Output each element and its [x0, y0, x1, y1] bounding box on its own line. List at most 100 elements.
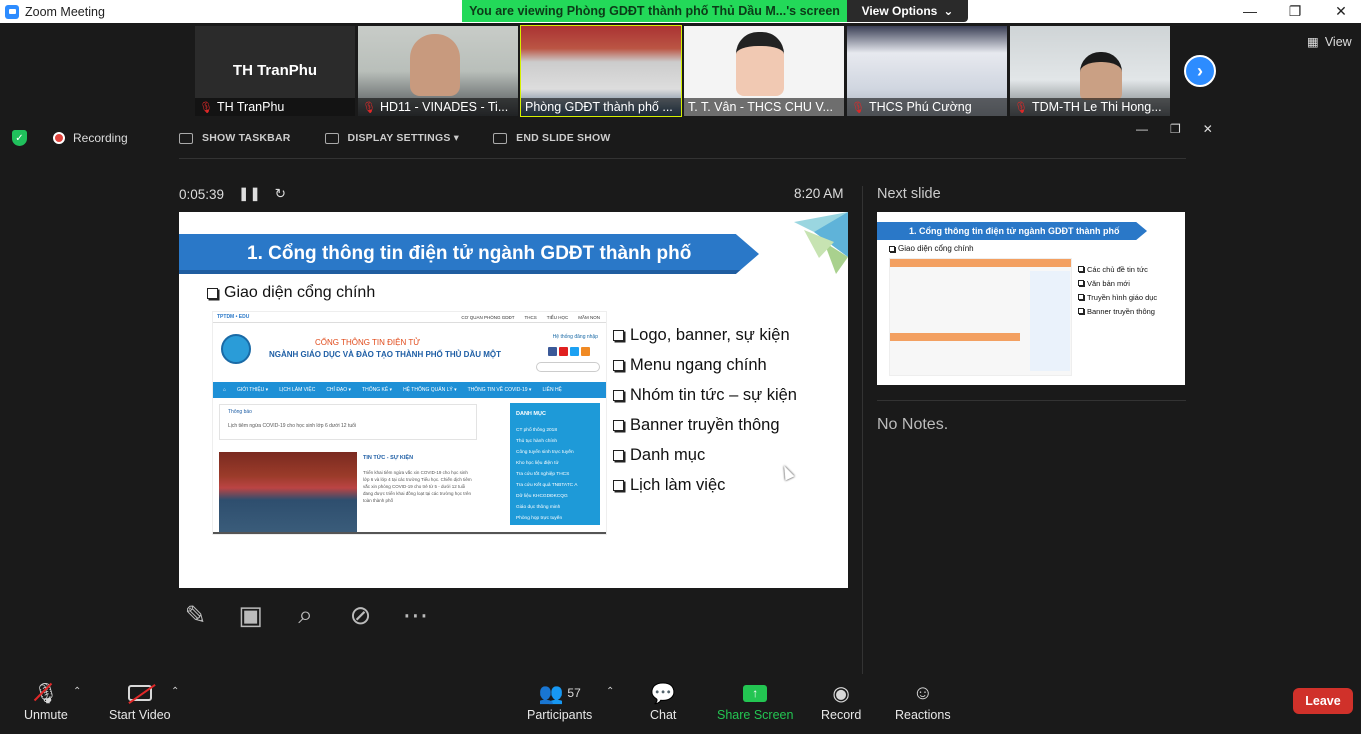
checkbox-bullet-icon	[1078, 266, 1084, 272]
bullet-text: Banner truyền thông	[1087, 306, 1155, 316]
minimize-icon[interactable]: —	[1136, 122, 1148, 136]
show-taskbar-button[interactable]: SHOW TASKBAR	[179, 132, 291, 144]
current-slide: 1. Cổng thông tin điện tử ngành GDĐT thà…	[179, 212, 848, 588]
zoom-app-icon	[5, 4, 19, 19]
checkbox-bullet-icon	[1078, 308, 1084, 314]
unmute-button[interactable]: 🎙 Unmute	[24, 680, 68, 722]
portal-heading-1: CỔNG THÔNG TIN ĐIỆN TỬ	[315, 338, 421, 347]
record-button[interactable]: ◉ Record	[821, 680, 861, 723]
checkbox-bullet-icon	[613, 389, 624, 401]
meeting-controls-bar: 🎙 Unmute ⌃ Start Video ⌃ 👥 57 Participant…	[0, 674, 1361, 734]
participant-tile-active[interactable]: Phòng GDĐT thành phố ...	[520, 25, 682, 117]
portal-topnav: TPTDM • EDU CƠ QUAN PHÒNG GDĐT THCS TIỂU…	[213, 312, 606, 323]
participant-name: Phòng GDĐT thành phố ...	[525, 100, 673, 114]
divider	[179, 158, 1186, 159]
home-icon: ⌂	[223, 387, 227, 393]
bullet-item: Banner truyền thông	[613, 410, 797, 440]
mic-muted-icon: 🎙	[851, 101, 865, 114]
news-title: TIN TỨC - SỰ KIỆN	[363, 455, 414, 461]
reactions-label: Reactions	[895, 708, 951, 722]
divider	[877, 400, 1186, 401]
portal-social-icons	[548, 347, 590, 356]
portal-nav-item: LỊCH LÀM VIỆC	[279, 387, 316, 393]
chat-button[interactable]: 💬 Chat	[650, 680, 676, 723]
next-slide-subtitle: Giao diện cổng chính	[898, 244, 974, 253]
bullet-text: Văn bản mới	[1087, 278, 1130, 288]
display-settings-label: DISPLAY SETTINGS ▾	[347, 132, 460, 144]
start-video-button[interactable]: Start Video	[109, 680, 171, 722]
rss-icon	[581, 347, 590, 356]
news-photo	[219, 452, 357, 532]
black-screen-icon[interactable]: ⊘	[344, 598, 377, 632]
slide-tools: ✎ ▣ ⌕ ⊘ ⋯	[179, 598, 432, 632]
restore-button[interactable]: ❐	[1272, 0, 1318, 22]
restore-icon[interactable]: ❐	[1170, 122, 1181, 136]
participant-tile[interactable]: 🎙 TDM-TH Le Thi Hong...	[1010, 26, 1170, 116]
share-screen-label: Share Screen	[717, 708, 794, 722]
slide-subtitle: Giao diện cổng chính	[224, 284, 376, 301]
more-options-icon[interactable]: ⋯	[399, 598, 432, 632]
portal-brand: TPTDM • EDU	[217, 314, 250, 320]
view-button[interactable]: ▦ View	[1307, 34, 1352, 50]
portal-topnav-item: MẦM NON	[578, 314, 600, 320]
reset-timer-icon[interactable]: ↻	[275, 186, 286, 202]
view-options-button[interactable]: View Options ⌄	[847, 0, 968, 22]
bullet-item: Logo, banner, sự kiện	[613, 320, 797, 350]
minimize-button[interactable]: —	[1227, 0, 1273, 22]
checkbox-bullet-icon	[613, 329, 624, 341]
next-slide-preview[interactable]: 1. Cổng thông tin điện tử ngành GDĐT thà…	[877, 212, 1185, 385]
portal-nav-item: GIỚI THIỆU ▾	[237, 387, 269, 393]
end-slide-show-label: END SLIDE SHOW	[516, 132, 611, 144]
leave-button[interactable]: Leave	[1293, 688, 1353, 714]
participants-label: Participants	[527, 708, 593, 722]
share-screen-button[interactable]: ↑ Share Screen	[717, 680, 793, 722]
participant-tile[interactable]: 🎙 HD11 - VINADES - Ti...	[358, 26, 518, 116]
end-slide-show-button[interactable]: END SLIDE SHOW	[493, 132, 610, 144]
category-item: Kho học liệu điện tử	[516, 461, 559, 466]
record-icon: ◉	[832, 682, 850, 705]
display-settings-button[interactable]: DISPLAY SETTINGS ▾	[324, 132, 460, 144]
show-taskbar-label: SHOW TASKBAR	[202, 132, 291, 144]
youtube-icon	[559, 347, 568, 356]
next-slide-title: 1. Cổng thông tin điện tử ngành GDĐT thà…	[877, 222, 1147, 240]
portal-nav-item: HỆ THỐNG QUẢN LÝ ▾	[403, 387, 457, 393]
taskbar-icon	[179, 132, 193, 144]
portal-category-menu: DANH MỤC CT phổ thông 2018 Thủ tục hành …	[510, 403, 600, 525]
mic-muted-icon: 🎙	[33, 682, 59, 705]
pen-icon[interactable]: ✎	[179, 598, 212, 632]
close-icon[interactable]: ✕	[1203, 122, 1213, 136]
see-all-slides-icon[interactable]: ▣	[234, 598, 267, 632]
display-settings-icon	[324, 132, 339, 144]
participant-video	[1080, 52, 1122, 100]
video-options-caret-icon[interactable]: ⌃	[171, 686, 179, 697]
mic-muted-icon: 🎙	[1014, 101, 1028, 114]
portal-nav-item: THÔNG TIN VỀ COVID-19 ▾	[467, 387, 532, 393]
checkbox-bullet-icon	[613, 479, 624, 491]
category-item: CT phổ thông 2018	[516, 428, 557, 433]
close-button[interactable]: ✕	[1318, 0, 1361, 22]
portal-nav-item: THỐNG KÊ ▾	[362, 387, 393, 393]
participants-button[interactable]: 👥 57 Participants	[527, 680, 593, 723]
reactions-button[interactable]: ☺ Reactions	[895, 680, 951, 723]
zoom-magnifier-icon[interactable]: ⌕	[289, 598, 322, 632]
unmute-label: Unmute	[24, 708, 68, 722]
portal-topnav-item: CƠ QUAN PHÒNG GDĐT	[461, 314, 515, 320]
checkbox-bullet-icon	[613, 359, 624, 371]
checkbox-bullet-icon	[613, 419, 624, 431]
slide-corner-decoration	[794, 212, 848, 274]
participant-tile[interactable]: T. T. Vân - THCS CHU V...	[684, 26, 844, 116]
audio-options-caret-icon[interactable]: ⌃	[73, 686, 81, 697]
participants-options-caret-icon[interactable]: ⌃	[606, 686, 614, 697]
next-page-arrow-icon[interactable]: ›	[1184, 55, 1216, 87]
participant-video	[410, 34, 460, 96]
participant-tile[interactable]: 🎙 THCS Phú Cường	[847, 26, 1007, 116]
portal-screenshot: TPTDM • EDU CƠ QUAN PHÒNG GDĐT THCS TIỂU…	[212, 311, 607, 535]
category-item: Công tuyển sinh trực tuyến	[516, 450, 574, 455]
bullet-item: Danh mục	[613, 440, 797, 470]
category-item: Thủ tục hành chính	[516, 439, 558, 444]
pause-icon[interactable]: ❚❚	[238, 186, 261, 202]
recording-indicator: ✓ Recording	[12, 130, 128, 146]
bullet-text: Các chủ đề tin tức	[1087, 264, 1148, 274]
participant-tile[interactable]: TH TranPhu 🎙 TH TranPhu	[195, 26, 355, 116]
checkbox-bullet-icon	[1078, 294, 1084, 300]
